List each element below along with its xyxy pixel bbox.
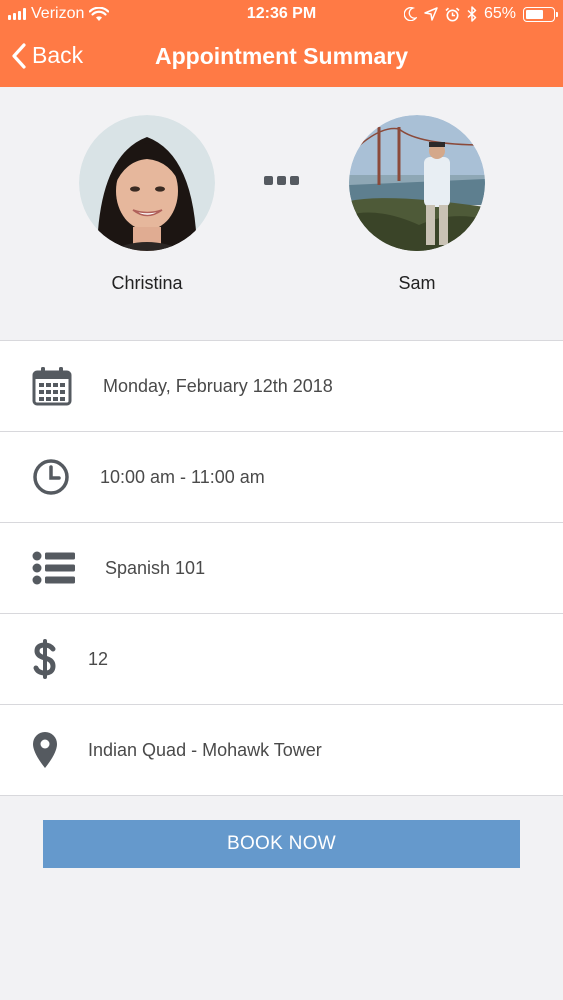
avatar-sam	[349, 115, 485, 251]
price-value: 12	[88, 648, 109, 669]
navigation-bar: Back Appointment Summary	[0, 30, 563, 87]
date-value: Monday, February 12th 2018	[103, 375, 333, 396]
moon-icon	[403, 7, 417, 21]
time-value: 10:00 am - 11:00 am	[100, 466, 265, 487]
dollar-icon	[33, 639, 56, 679]
participant-name-right: Sam	[398, 273, 436, 293]
book-now-button[interactable]: BOOK NOW	[43, 820, 520, 868]
subject-value: Spanish 101	[105, 557, 206, 578]
appointment-details: Monday, February 12th 2018 10:00 am - 11…	[0, 341, 563, 796]
clock-icon	[33, 459, 69, 495]
subject-row: Spanish 101	[0, 523, 563, 614]
bluetooth-icon	[467, 6, 477, 22]
participant-christina: Christina	[79, 115, 215, 294]
battery-icon	[523, 6, 558, 22]
alarm-icon	[445, 7, 460, 21]
price-row: 12	[0, 614, 563, 705]
battery-percent: 65%	[483, 5, 516, 22]
map-pin-icon	[33, 732, 57, 768]
calendar-icon	[32, 367, 72, 406]
status-bar: Verizon 12:36 PM 65%	[0, 0, 563, 30]
participant-sam: Sam	[349, 115, 485, 294]
participant-name-left: Christina	[111, 273, 183, 293]
date-row: Monday, February 12th 2018	[0, 341, 563, 432]
time-row: 10:00 am - 11:00 am	[0, 432, 563, 523]
connection-dots-icon	[264, 176, 299, 185]
page-title: Appointment Summary	[154, 43, 409, 69]
participants-section: Christina Sam	[0, 87, 563, 341]
location-value: Indian Quad - Mohawk Tower	[88, 739, 322, 760]
location-row: Indian Quad - Mohawk Tower	[0, 705, 563, 796]
avatar-christina	[79, 115, 215, 251]
location-arrow-icon	[424, 7, 438, 21]
list-icon	[32, 551, 75, 585]
